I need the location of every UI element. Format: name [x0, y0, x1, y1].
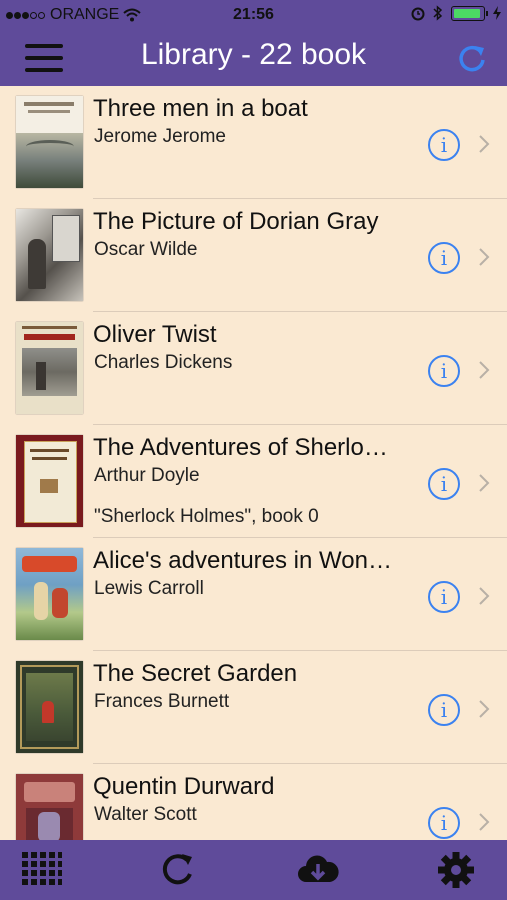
gear-icon[interactable]: [434, 850, 478, 890]
status-bar: ORANGE 21:56: [0, 0, 507, 30]
book-author: Frances Burnett: [94, 691, 230, 712]
chevron-right-icon: [479, 700, 490, 718]
book-title: The Picture of Dorian Gray: [93, 208, 379, 235]
book-title: Alice's adventures in Won…: [93, 547, 392, 574]
chevron-right-icon: [479, 361, 490, 379]
tab-bar: [0, 840, 507, 900]
book-cover: [16, 661, 83, 753]
book-row[interactable]: The Picture of Dorian Gray Oscar Wilde i: [0, 199, 507, 312]
nav-bar: Library - 22 book: [0, 30, 507, 86]
grid-icon[interactable]: [19, 850, 63, 890]
book-author: Walter Scott: [94, 804, 197, 825]
info-icon[interactable]: i: [428, 468, 460, 500]
book-title: Quentin Durward: [93, 773, 275, 800]
book-row[interactable]: Quentin Durward Walter Scott i: [0, 764, 507, 840]
chevron-right-icon: [479, 587, 490, 605]
chevron-right-icon: [479, 474, 490, 492]
book-row[interactable]: The Adventures of Sherlo… Arthur Doyle "…: [0, 425, 507, 538]
book-author: Lewis Carroll: [94, 578, 204, 599]
sync-icon[interactable]: [157, 850, 201, 890]
book-author: Charles Dickens: [94, 352, 233, 373]
cloud-download-icon[interactable]: [296, 850, 340, 890]
book-cover: [16, 435, 83, 527]
charging-icon: [493, 6, 501, 20]
book-cover: [16, 322, 83, 414]
chevron-right-icon: [479, 813, 490, 831]
book-author: Oscar Wilde: [94, 239, 198, 260]
info-icon[interactable]: i: [428, 694, 460, 726]
book-row[interactable]: Alice's adventures in Won… Lewis Carroll…: [0, 538, 507, 651]
chevron-right-icon: [479, 135, 490, 153]
battery-icon: [451, 5, 488, 21]
book-cover: [16, 209, 83, 301]
bluetooth-icon: [433, 5, 443, 21]
book-author: Arthur Doyle: [94, 465, 200, 486]
book-list: Three men in a boat Jerome Jerome i The …: [0, 86, 507, 840]
alarm-icon: [411, 7, 425, 21]
book-cover: [16, 548, 83, 640]
info-icon[interactable]: i: [428, 242, 460, 274]
book-cover: [16, 774, 83, 840]
book-row[interactable]: Three men in a boat Jerome Jerome i: [0, 86, 507, 199]
info-icon[interactable]: i: [428, 807, 460, 839]
book-author: Jerome Jerome: [94, 126, 226, 147]
book-series: "Sherlock Holmes", book 0: [94, 506, 319, 527]
book-title: The Adventures of Sherlo…: [93, 434, 388, 461]
book-title: Three men in a boat: [93, 95, 308, 122]
info-icon[interactable]: i: [428, 129, 460, 161]
info-icon[interactable]: i: [428, 355, 460, 387]
book-row[interactable]: Oliver Twist Charles Dickens i: [0, 312, 507, 425]
book-title: The Secret Garden: [93, 660, 298, 687]
book-title: Oliver Twist: [93, 321, 217, 348]
page-title: Library - 22 book: [140, 38, 367, 71]
info-icon[interactable]: i: [428, 581, 460, 613]
book-cover: [16, 96, 83, 188]
book-row[interactable]: The Secret Garden Frances Burnett i: [0, 651, 507, 764]
chevron-right-icon: [479, 248, 490, 266]
refresh-icon[interactable]: [455, 42, 489, 76]
